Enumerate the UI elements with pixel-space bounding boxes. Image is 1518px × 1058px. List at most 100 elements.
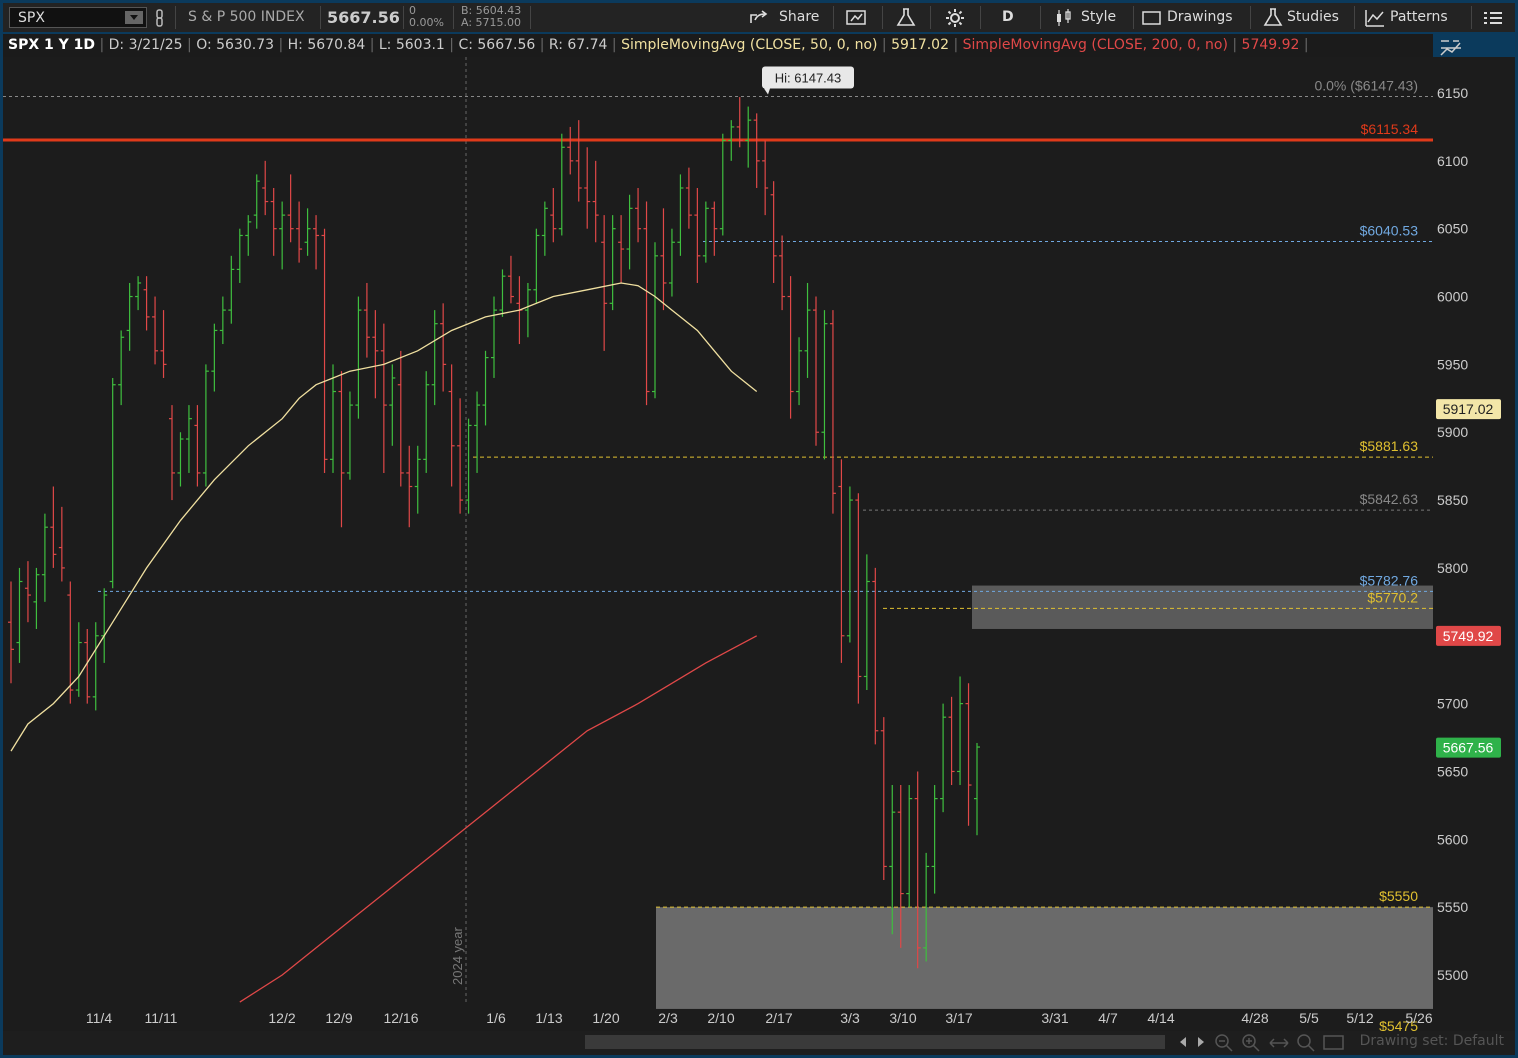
gear-icon[interactable] [945, 8, 965, 28]
studies-button[interactable]: Studies [1263, 3, 1348, 32]
last-price-tag: 5667.56 [1443, 740, 1494, 756]
period-button[interactable]: D [1002, 3, 1014, 32]
bar-range: R: 67.74 [548, 37, 608, 53]
x-tick-label: 12/16 [383, 1010, 418, 1026]
zoom-reset-icon[interactable] [1296, 1033, 1316, 1053]
toolbar-divider [882, 6, 883, 29]
toolbar-divider [1354, 6, 1355, 29]
y-tick-label: 6050 [1437, 221, 1468, 237]
sma50-value: 5917.02 [891, 37, 949, 53]
studies-label: Studies [1287, 9, 1339, 25]
symbol-input[interactable]: SPX [9, 7, 147, 28]
toolbar-divider [980, 6, 981, 29]
bar-close: C: 5667.56 [458, 37, 536, 53]
chart-style-icon[interactable] [1439, 37, 1463, 59]
level-label: $6040.53 [1360, 223, 1419, 239]
x-tick-label: 2/10 [707, 1010, 734, 1026]
chart-area: 2024 year 0.0% ($6147.43) $6115.34 $6040.53… [3, 57, 1515, 1057]
scroll-right-icon[interactable] [1196, 1036, 1206, 1048]
pan-icon[interactable] [1268, 1033, 1290, 1053]
x-tick-label: 4/28 [1241, 1010, 1268, 1026]
sma50-price-tag: 5917.02 [1443, 401, 1494, 417]
level-label: $5782.76 [1360, 572, 1419, 588]
y-tick-label: 6100 [1437, 153, 1468, 169]
price-zone [972, 585, 1433, 629]
flask-icon[interactable] [896, 8, 916, 27]
level-label: $5881.63 [1360, 438, 1419, 454]
y-tick-label: 5600 [1437, 831, 1468, 847]
toolbar-divider [453, 6, 454, 29]
x-tick-label: 5/12 [1346, 1010, 1373, 1026]
chevron-down-icon[interactable] [125, 11, 143, 24]
x-tick-label: 11/11 [145, 1010, 178, 1026]
instrument-name: S & P 500 INDEX [188, 9, 305, 25]
share-icon [750, 10, 768, 23]
patterns-button[interactable]: Patterns [1365, 3, 1465, 32]
rectangle-icon [1142, 11, 1161, 25]
patterns-icon [1365, 10, 1384, 27]
x-tick-label: 1/6 [486, 1010, 506, 1026]
y-tick-label: 5500 [1437, 967, 1468, 983]
x-tick-label: 5/5 [1299, 1010, 1319, 1026]
net-change: 0 0.00% [409, 5, 444, 29]
y-tick-label: 5650 [1437, 763, 1468, 779]
toolbar-divider [530, 6, 531, 29]
high-label-text: Hi: 6147.43 [775, 70, 842, 85]
change-percent: 0.00% [409, 16, 444, 29]
x-tick-label: 2/17 [765, 1010, 792, 1026]
x-tick-label: 2/3 [658, 1010, 678, 1026]
year-label: 2024 year [450, 927, 465, 985]
y-tick-label: 5700 [1437, 696, 1468, 712]
toolbar-divider [1133, 6, 1134, 29]
x-tick-label: 4/7 [1098, 1010, 1118, 1026]
toolbar-divider [930, 6, 931, 29]
price-chart[interactable]: 2024 year 0.0% ($6147.43) $6115.34 $6040.53… [3, 57, 1515, 1034]
top-toolbar: SPX S & P 500 INDEX 5667.56 0 0.00% B: 5… [3, 3, 1515, 32]
y-tick-label: 6150 [1437, 85, 1468, 101]
scroll-left-icon[interactable] [1178, 1036, 1188, 1048]
drawings-label: Drawings [1167, 9, 1233, 25]
x-tick-label: 3/31 [1041, 1010, 1068, 1026]
chart-label: SPX 1 Y 1D [8, 37, 96, 53]
style-button[interactable]: Style [1054, 3, 1134, 32]
candlestick-icon [1057, 9, 1071, 26]
symbol-text: SPX [18, 10, 45, 26]
toolbar-divider [833, 6, 834, 29]
price-zone [656, 907, 1433, 1009]
level-label: $6115.34 [1361, 121, 1419, 137]
toolbar-divider [403, 6, 404, 29]
zoom-in-icon[interactable] [1241, 1033, 1261, 1053]
y-tick-label: 5550 [1437, 899, 1468, 915]
x-tick-label: 4/14 [1147, 1010, 1174, 1026]
sma200-label: SimpleMovingAvg (CLOSE, 200, 0, no) [962, 37, 1228, 53]
menu-icon[interactable] [1484, 11, 1502, 25]
x-tick-label: 3/10 [889, 1010, 916, 1026]
horizontal-scrollbar[interactable] [585, 1035, 1165, 1049]
drawings-button[interactable]: Drawings [1142, 3, 1247, 32]
price-axis [1433, 57, 1515, 1031]
x-tick-label: 1/20 [592, 1010, 619, 1026]
expand-icon[interactable] [1323, 1035, 1345, 1051]
y-tick-label: 5800 [1437, 560, 1468, 576]
sma200-price-tag: 5749.92 [1443, 628, 1494, 644]
patterns-label: Patterns [1390, 9, 1448, 25]
x-tick-label: 12/2 [268, 1010, 295, 1026]
toolbar-divider [1471, 6, 1472, 29]
sma50-label: SimpleMovingAvg (CLOSE, 50, 0, no) [621, 37, 878, 53]
bar-high: H: 5670.84 [287, 37, 366, 53]
link-icon[interactable] [153, 9, 167, 27]
x-tick-label: 5/26 [1405, 1010, 1432, 1026]
y-tick-label: 5850 [1437, 492, 1468, 508]
study-info-bar: SPX 1 Y 1D | D: 3/21/25 | O: 5630.73 | H… [3, 34, 1433, 57]
y-tick-label: 5950 [1437, 356, 1468, 372]
x-tick-label: 3/3 [840, 1010, 860, 1026]
level-label: $5770.2 [1367, 589, 1418, 605]
bar-low: L: 5603.1 [378, 37, 445, 53]
toolbar-divider [1250, 6, 1251, 29]
chart-settings-icon[interactable] [846, 9, 868, 26]
share-label: Share [779, 9, 820, 25]
x-tick-label: 12/9 [325, 1010, 352, 1026]
ask-value: A: 5715.00 [461, 16, 522, 29]
toolbar-divider [175, 6, 176, 29]
zoom-out-icon[interactable] [1214, 1033, 1234, 1053]
